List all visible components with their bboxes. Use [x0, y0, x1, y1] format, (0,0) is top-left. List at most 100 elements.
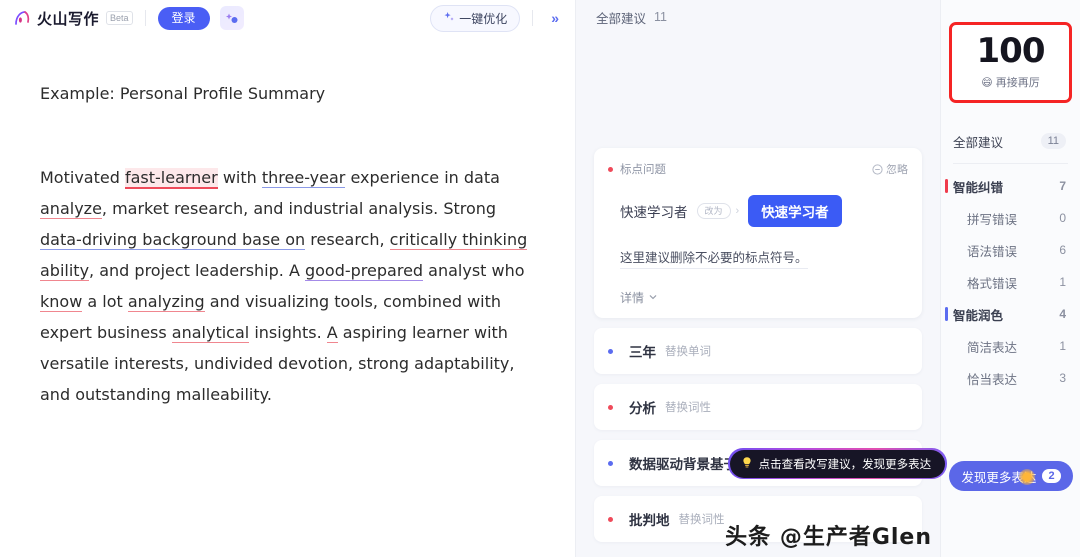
watermark: 头条 @生产者Glen — [725, 525, 932, 550]
replacement-row: 快速学习者 改为 › 快速学习者 — [620, 195, 908, 227]
ignore-button[interactable]: 忽略 — [872, 161, 908, 177]
magic-wand-icon[interactable] — [219, 6, 244, 30]
suggestion-category-tag: 标点问题 — [620, 164, 666, 176]
mouse-cursor-highlight — [1019, 469, 1035, 485]
sidebar-item-count: 1 — [1059, 339, 1066, 353]
editor-column: 火山写作 Beta 登录 一键优化 » Example: Personal Pr… — [0, 0, 576, 557]
beta-badge: Beta — [106, 11, 133, 25]
sidebar-item-1[interactable]: 智能纠错 7 — [941, 170, 1080, 202]
accent-bar — [945, 179, 948, 193]
sidebar-item-6[interactable]: 简洁表达 1 — [941, 330, 1080, 362]
sidebar-filter-list[interactable]: 全部建议 11 智能纠错 7 拼写错误 0 语法错误 6 格式错误 1 智能润色 4 简洁表达 1 恰当表达… — [941, 125, 1080, 394]
sidebar-item-count: 0 — [1059, 211, 1066, 225]
severity-dot — [608, 404, 613, 410]
one-click-optimize-button[interactable]: 一键优化 — [430, 4, 521, 32]
sidebar-item-label: 格式错误 — [967, 276, 1018, 291]
sidebar-item-label: 智能纠错 — [953, 180, 1004, 195]
document-paragraph[interactable]: Motivated fast-learner with three-year e… — [40, 162, 533, 410]
smile-emoji-icon: 😄 — [981, 77, 993, 89]
suggestion-word: 分析 — [629, 401, 656, 416]
sidebar-item-7[interactable]: 恰当表达 3 — [941, 362, 1080, 394]
sidebar-item-0[interactable]: 全部建议 11 — [941, 125, 1080, 157]
document-editor[interactable]: Example: Personal Profile Summary Motiva… — [0, 36, 575, 557]
suggestions-header-count: 11 — [654, 10, 667, 24]
sidebar-item-2[interactable]: 拼写错误 0 — [941, 202, 1080, 234]
sidebar-item-label: 恰当表达 — [967, 372, 1018, 387]
score-caption: 😄 再接再厉 — [952, 74, 1069, 90]
sidebar-item-3[interactable]: 语法错误 6 — [941, 234, 1080, 266]
top-toolbar: 火山写作 Beta 登录 一键优化 » — [0, 0, 575, 36]
sidebar-item-count: 4 — [1059, 307, 1066, 321]
collapse-panel-button[interactable]: » — [545, 8, 565, 28]
doc-text-run: insights. — [249, 323, 327, 342]
score-value: 100 — [972, 31, 1049, 71]
sparkle-icon — [443, 11, 455, 26]
suggestion-kind: 替换单词 — [665, 346, 711, 358]
suggestion-list-item[interactable]: 分析 替换词性 — [594, 384, 922, 430]
doc-flagged-run[interactable]: fast-learner — [124, 168, 218, 189]
divider-2 — [532, 10, 534, 26]
doc-text-run: , market research, and industrial analys… — [101, 199, 497, 218]
sidebar-item-label: 语法错误 — [967, 244, 1018, 259]
tooltip-inner: 点击查看改写建议，发现更多表达 — [729, 449, 946, 478]
score-caption-text: 再接再厉 — [995, 77, 1040, 89]
doc-flagged-run[interactable]: analytical — [171, 323, 250, 343]
volcano-logo-icon — [12, 8, 32, 28]
doc-text-run: research, — [305, 230, 390, 249]
suggestion-word: 数据驱动背景基于 — [629, 457, 737, 472]
doc-text-run: with — [217, 168, 262, 187]
detail-toggle[interactable]: 详情 — [620, 289, 908, 306]
doc-flagged-run[interactable]: three-year — [261, 168, 346, 188]
sidebar-item-4[interactable]: 格式错误 1 — [941, 266, 1080, 298]
doc-text-run: Motivated — [40, 168, 125, 187]
app-root: 火山写作 Beta 登录 一键优化 » Example: Personal Pr… — [0, 0, 1080, 557]
sidebar-item-5[interactable]: 智能润色 4 — [941, 298, 1080, 330]
suggestion-card[interactable]: 标点问题 忽略 快速学习者 改为 › 快速学习者 这里建议删除不必要的标点符号。… — [594, 148, 922, 318]
login-button[interactable]: 登录 — [157, 6, 210, 30]
sidebar-item-label: 智能润色 — [953, 308, 1004, 323]
suggestions-header: 全部建议 11 — [576, 0, 940, 34]
suggestion-kind: 替换词性 — [678, 514, 725, 526]
circle-minus-icon — [872, 163, 883, 175]
accent-bar — [945, 307, 948, 321]
discover-more-expressions-button[interactable]: 发现更多表达 2 — [949, 461, 1073, 491]
change-to-pill: 改为 — [696, 203, 731, 219]
suggestions-column: 全部建议 11 标点问题 忽略 快速学习者 改为 › 快速学习者 这里建议删除不… — [576, 0, 947, 557]
doc-flagged-run[interactable]: know — [40, 292, 83, 312]
suggestion-description: 这里建议删除不必要的标点符号。 — [620, 247, 808, 269]
sidebar-item-count: 6 — [1059, 243, 1066, 257]
chevron-down-icon — [648, 291, 658, 305]
doc-flagged-run[interactable]: A — [326, 323, 338, 343]
ignore-label: 忽略 — [886, 164, 908, 176]
detail-label: 详情 — [620, 291, 645, 305]
document-title: Example: Personal Profile Summary — [40, 84, 326, 103]
score-card: 100 😄 再接再厉 — [949, 22, 1072, 103]
lightbulb-icon — [741, 456, 753, 472]
sidebar-item-label: 拼写错误 — [967, 212, 1018, 227]
optimize-label: 一键优化 — [459, 11, 508, 26]
sidebar-item-count: 7 — [1059, 179, 1066, 193]
doc-flagged-run[interactable]: analyzing — [127, 292, 205, 312]
severity-dot — [608, 516, 613, 522]
apply-replacement-button[interactable]: 快速学习者 — [748, 195, 842, 227]
doc-flagged-run[interactable]: good-prepared — [304, 261, 424, 281]
sidebar-divider — [953, 163, 1068, 164]
rewrite-hint-tooltip: 点击查看改写建议，发现更多表达 — [728, 448, 947, 480]
suggestion-list[interactable]: 三年替换单词分析替换词性数据驱动背景基于替换单词批判地替换词性 — [594, 328, 922, 542]
more-button-badge: 2 — [1042, 469, 1061, 483]
doc-flagged-run[interactable]: analyze — [40, 199, 102, 219]
doc-flagged-run[interactable]: data-driving background base on — [40, 230, 306, 250]
sidebar-item-count: 11 — [1040, 133, 1066, 149]
divider — [144, 10, 146, 26]
suggestion-list-item[interactable]: 三年 替换单词 — [594, 328, 922, 374]
doc-text-run: a lot — [82, 292, 128, 311]
doc-text-run: , and project leadership. A — [89, 261, 305, 280]
sidebar-item-count: 1 — [1059, 275, 1066, 289]
sidebar-item-label: 简洁表达 — [967, 340, 1018, 355]
severity-dot — [608, 348, 613, 354]
right-sidebar: 100 😄 再接再厉 全部建议 11 智能纠错 7 拼写错误 0 语法错误 6 格式错误 1 智能润… — [940, 0, 1080, 557]
sidebar-item-count: 3 — [1059, 371, 1066, 385]
suggestions-header-label: 全部建议 — [596, 11, 647, 26]
suggestion-kind: 替换词性 — [665, 402, 711, 414]
original-word: 快速学习者 — [620, 205, 688, 220]
